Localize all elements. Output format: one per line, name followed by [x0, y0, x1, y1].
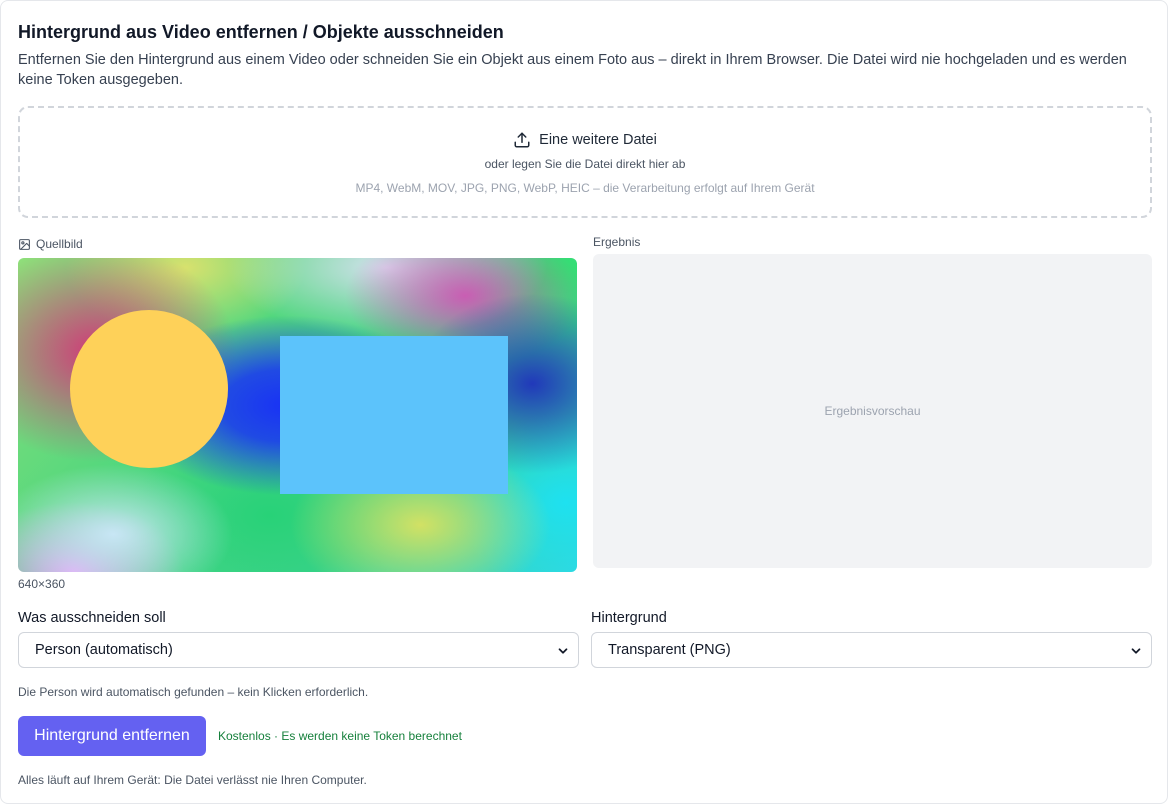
cut-target-select[interactable]: Person (automatisch): [18, 632, 579, 668]
yellow-circle-shape: [70, 310, 228, 468]
result-label-text: Ergebnis: [593, 235, 641, 249]
source-label: Quellbild: [18, 237, 83, 251]
chevron-down-icon: [558, 648, 568, 654]
result-placeholder: Ergebnisvorschau: [824, 404, 921, 418]
source-image-preview: [18, 258, 577, 572]
upload-icon: [514, 132, 530, 148]
supported-formats: MP4, WebM, MOV, JPG, PNG, WebP, HEIC – d…: [355, 181, 815, 195]
result-preview: Ergebnisvorschau: [593, 254, 1152, 568]
chevron-down-icon: [1131, 648, 1141, 654]
choose-file-label: Eine weitere Datei: [539, 132, 657, 148]
background-value: Transparent (PNG): [608, 642, 731, 658]
cut-target-value: Person (automatisch): [35, 642, 173, 658]
source-label-text: Quellbild: [36, 237, 83, 251]
auto-detect-hint: Die Person wird automatisch gefunden – k…: [18, 685, 369, 699]
page-description: Entfernen Sie den Hintergrund aus einem …: [18, 52, 1127, 88]
tool-card: Hintergrund aus Video entfernen / Objekt…: [0, 0, 1168, 804]
choose-file-button[interactable]: Eine weitere Datei: [20, 130, 1150, 150]
cut-target-label: Was ausschneiden soll: [18, 610, 166, 626]
privacy-note: Alles läuft auf Ihrem Gerät: Die Datei v…: [18, 773, 367, 787]
result-label: Ergebnis: [593, 235, 640, 249]
image-icon: [19, 238, 30, 250]
free-note: Kostenlos · Es werden keine Token berech…: [218, 729, 462, 743]
blue-rectangle-shape: [280, 336, 508, 494]
dropzone-subtext: oder legen Sie die Datei direkt hier ab: [484, 157, 686, 171]
background-select[interactable]: Transparent (PNG): [591, 632, 1152, 668]
page-title: Hintergrund aus Video entfernen / Objekt…: [18, 22, 504, 42]
file-dropzone[interactable]: Eine weitere Datei oder legen Sie die Da…: [18, 106, 1152, 218]
remove-background-button[interactable]: Hintergrund entfernen: [18, 716, 206, 756]
background-label: Hintergrund: [591, 610, 667, 626]
source-dimensions: 640×360: [18, 577, 66, 591]
